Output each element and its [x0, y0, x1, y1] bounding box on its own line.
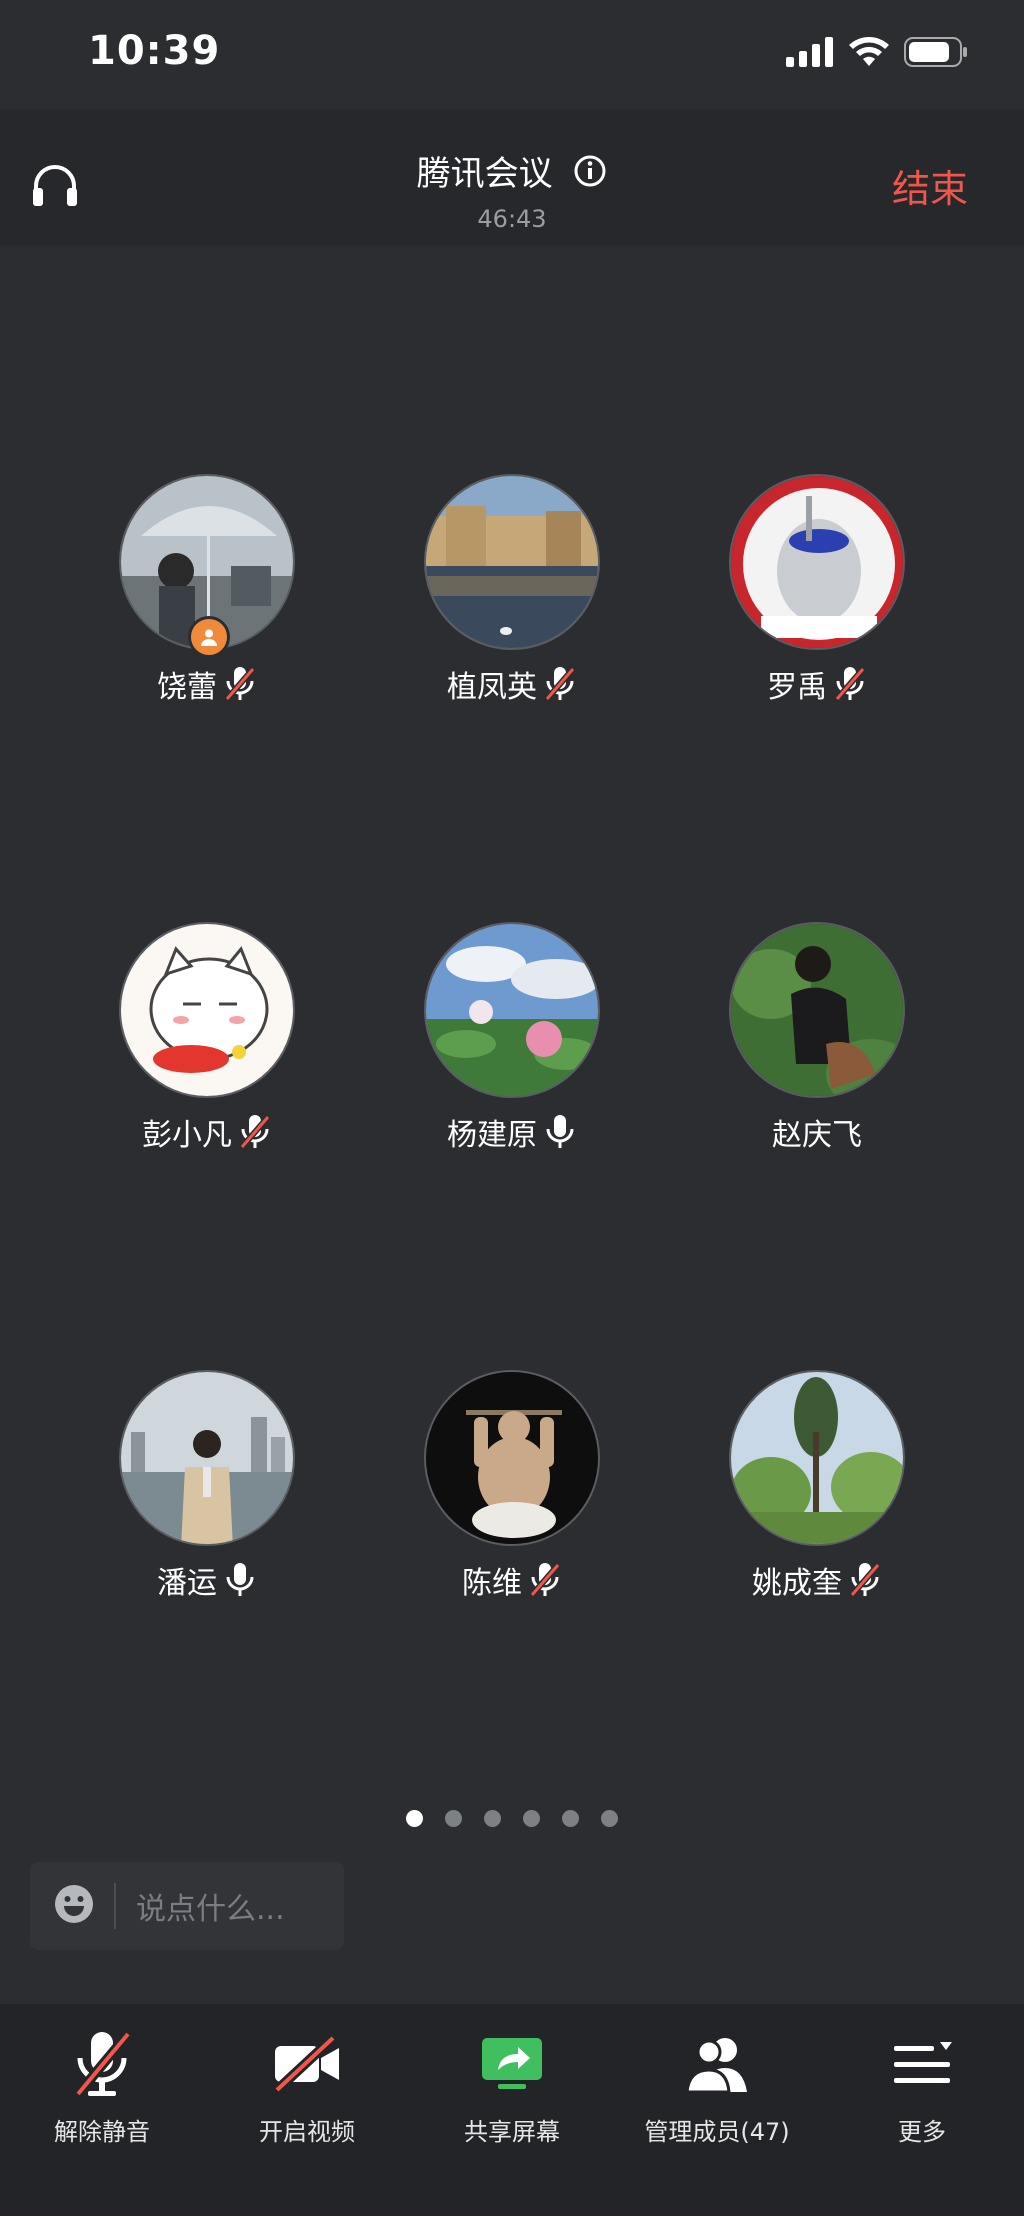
mic-muted-icon: [239, 1115, 271, 1149]
start-video-label: 开启视频: [259, 2118, 355, 2146]
info-icon[interactable]: [573, 154, 607, 197]
participant-name: 彭小凡: [142, 1118, 232, 1153]
avatar: [424, 922, 600, 1098]
participant-name: 饶蕾: [157, 670, 217, 705]
participant-tile[interactable]: 杨建原: [362, 922, 662, 1154]
meeting-timer: 46:43: [477, 205, 547, 233]
share-screen-icon: [482, 2038, 542, 2089]
participant-name: 植凤英: [447, 670, 537, 705]
participant-name: 杨建原: [447, 1118, 537, 1153]
participant-name: 陈维: [462, 1566, 522, 1601]
mic-icon: [546, 1115, 574, 1148]
avatar: [424, 474, 600, 650]
status-time: 10:39: [88, 28, 221, 74]
avatar: [119, 1370, 295, 1546]
wifi-icon: [849, 37, 889, 66]
start-video-button[interactable]: 开启视频: [207, 2024, 407, 2147]
page-dot[interactable]: [562, 1810, 579, 1827]
page-dot[interactable]: [523, 1810, 540, 1827]
share-screen-button[interactable]: 共享屏幕: [412, 2024, 612, 2147]
manage-members-label: 管理成员(47): [644, 2118, 790, 2146]
avatar: [119, 474, 295, 658]
participant-name: 潘运: [157, 1566, 217, 1601]
unmute-button[interactable]: 解除静音: [2, 2024, 202, 2147]
more-menu-icon: [894, 2042, 952, 2083]
status-icons: [786, 36, 968, 68]
video-off-icon: [273, 2034, 339, 2094]
battery-icon: [904, 37, 967, 67]
avatar: [424, 1370, 600, 1546]
meeting-header: 腾讯会议 46:43 结束: [0, 110, 1024, 246]
bottom-toolbar: 解除静音 开启视频 共享屏幕 管理成员(47) 更多: [0, 2004, 1024, 2216]
participant-name: 姚成奎: [752, 1566, 842, 1601]
avatar: [729, 1370, 905, 1546]
mic-icon: [226, 1563, 254, 1596]
end-meeting-button[interactable]: 结束: [892, 158, 968, 213]
emoji-icon[interactable]: [54, 1884, 94, 1928]
mic-muted-icon: [224, 667, 256, 701]
participant-tile[interactable]: 植凤英: [362, 474, 662, 706]
status-bar: 10:39: [0, 0, 1024, 110]
mic-muted-icon: [529, 1563, 561, 1597]
meeting-title: 腾讯会议: [416, 154, 553, 194]
participant-name: 赵庆飞: [772, 1118, 862, 1153]
participant-tile[interactable]: 赵庆飞: [667, 922, 967, 1154]
avatar: [119, 922, 295, 1098]
mic-muted-icon: [544, 667, 576, 701]
mic-muted-icon: [74, 2030, 132, 2098]
participant-tile[interactable]: 潘运: [57, 1370, 357, 1602]
mic-muted-icon: [849, 1563, 881, 1597]
participant-tile[interactable]: 陈维: [362, 1370, 662, 1602]
host-badge: [188, 616, 230, 658]
manage-members-button[interactable]: 管理成员(47): [617, 2024, 817, 2147]
more-label: 更多: [898, 2118, 946, 2146]
page-indicator[interactable]: [0, 1810, 1024, 1827]
meeting-title-row[interactable]: 腾讯会议: [0, 146, 1024, 197]
page-dot[interactable]: [484, 1810, 501, 1827]
avatar: [729, 474, 905, 650]
chat-placeholder: 说点什么...: [136, 1892, 285, 1927]
participant-tile[interactable]: 罗禹: [667, 474, 967, 706]
page-dot[interactable]: [406, 1810, 423, 1827]
members-icon: [685, 2038, 747, 2094]
more-button[interactable]: 更多: [822, 2024, 1022, 2147]
host-icon: [201, 629, 217, 646]
mic-muted-icon: [834, 667, 866, 701]
share-screen-label: 共享屏幕: [464, 2118, 560, 2146]
participant-tile[interactable]: 姚成奎: [667, 1370, 967, 1602]
signal-icon: [786, 37, 833, 67]
page-dot[interactable]: [601, 1810, 618, 1827]
participant-tile[interactable]: 饶蕾: [57, 474, 357, 706]
page-dot[interactable]: [445, 1810, 462, 1827]
unmute-label: 解除静音: [54, 2118, 150, 2146]
avatar: [729, 922, 905, 1098]
participant-name: 罗禹: [767, 670, 827, 705]
participant-tile[interactable]: 彭小凡: [57, 922, 357, 1154]
chat-divider: [114, 1883, 116, 1929]
chat-input[interactable]: 说点什么...: [30, 1862, 344, 1950]
